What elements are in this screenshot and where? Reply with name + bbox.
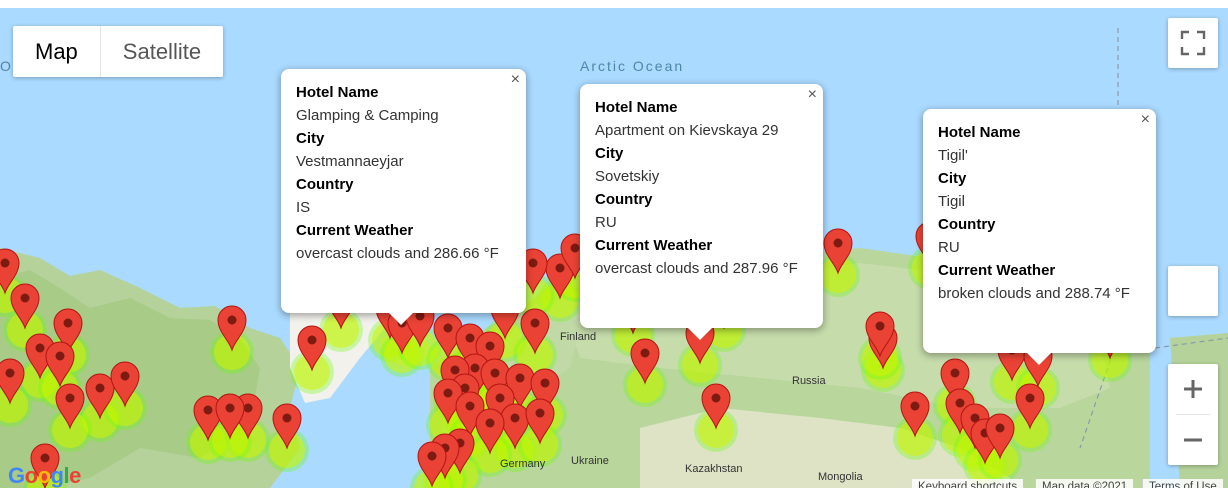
minus-icon	[1184, 438, 1202, 442]
zoom-control	[1168, 364, 1218, 465]
city-value: Sovetskiy	[595, 168, 660, 185]
city-label: City	[296, 130, 325, 147]
info-window-tigil: × Hotel Name Tigil' City Tigil Country R…	[923, 109, 1156, 365]
city-label: City	[938, 170, 967, 187]
map-type-map-button[interactable]: Map	[13, 26, 101, 77]
hotel-name-value: Apartment on Kievskaya 29	[595, 122, 779, 139]
city-value: Vestmannaeyjar	[296, 153, 404, 170]
fullscreen-icon	[1180, 30, 1206, 56]
plus-icon	[1184, 380, 1202, 398]
map-data-attribution: Map data ©2021	[1035, 479, 1134, 488]
pegman-button[interactable]	[1168, 266, 1218, 316]
close-icon[interactable]: ×	[808, 86, 817, 104]
hotel-name-value: Tigil'	[938, 147, 968, 164]
weather-label: Current Weather	[595, 237, 713, 254]
bottom-strip	[0, 488, 1228, 495]
fullscreen-button[interactable]	[1168, 18, 1218, 68]
label-ukraine: Ukraine	[571, 455, 609, 467]
label-mongolia: Mongolia	[818, 471, 863, 483]
country-label: Country	[296, 176, 354, 193]
label-finland: Finland	[560, 331, 597, 343]
keyboard-shortcuts-link[interactable]: Keyboard shortcuts	[912, 479, 1024, 488]
top-strip	[0, 0, 1228, 8]
hotel-name-label: Hotel Name	[938, 124, 1021, 141]
country-label: Country	[938, 216, 996, 233]
popup-tail	[1027, 353, 1051, 365]
city-value: Tigil	[938, 193, 965, 210]
terms-of-use-link[interactable]: Terms of Use	[1142, 479, 1223, 488]
label-germany: Germany	[500, 458, 546, 470]
weather-label: Current Weather	[296, 222, 414, 239]
country-label: Country	[595, 191, 653, 208]
popup-tail	[688, 328, 712, 340]
hotel-name-label: Hotel Name	[595, 99, 678, 116]
country-value: RU	[938, 239, 960, 256]
map-type-satellite-button[interactable]: Satellite	[101, 26, 223, 77]
label-kazakhstan: Kazakhstan	[685, 463, 743, 475]
weather-label: Current Weather	[938, 262, 1056, 279]
info-window-sovetskiy: × Hotel Name Apartment on Kievskaya 29 C…	[580, 84, 823, 340]
zoom-in-button[interactable]	[1168, 364, 1218, 414]
country-value: IS	[296, 199, 311, 216]
weather-value: overcast clouds and 287.96 °F	[595, 260, 798, 277]
hotel-name-label: Hotel Name	[296, 84, 379, 101]
weather-value: overcast clouds and 286.66 °F	[296, 245, 499, 262]
zoom-out-button[interactable]	[1168, 415, 1218, 465]
map-type-control: Map Satellite	[13, 26, 224, 77]
info-window-iceland: × Hotel Name Glamping & Camping City Ves…	[281, 69, 526, 325]
popup-tail	[389, 313, 413, 325]
hotel-name-value: Glamping & Camping	[296, 107, 439, 124]
google-logo[interactable]: Google	[8, 463, 81, 488]
close-icon[interactable]: ×	[511, 71, 520, 89]
city-label: City	[595, 145, 624, 162]
label-russia: Russia	[792, 375, 826, 387]
close-icon[interactable]: ×	[1141, 111, 1150, 129]
map-canvas[interactable]: Arctic Ocean Ocean Finland Russia Ukrain…	[0, 8, 1228, 488]
country-value: RU	[595, 214, 617, 231]
weather-value: broken clouds and 288.74 °F	[938, 285, 1130, 302]
label-arctic-ocean: Arctic Ocean	[580, 58, 685, 74]
